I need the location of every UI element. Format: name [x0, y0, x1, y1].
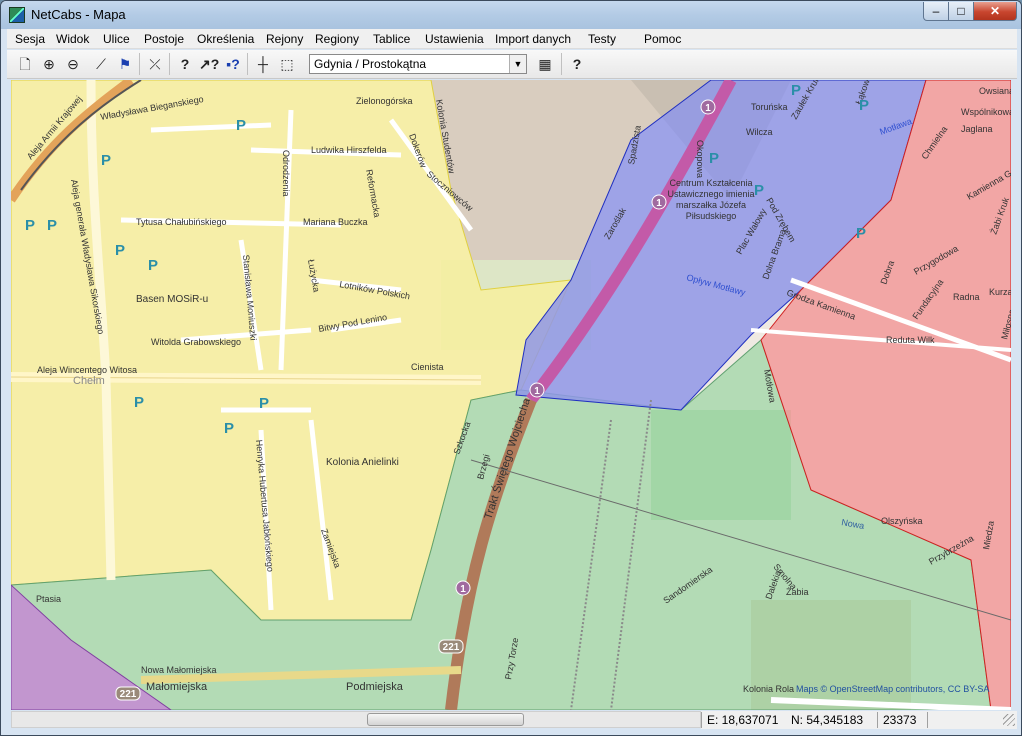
route-shield: 221: [443, 642, 460, 653]
menu-tablice[interactable]: Tablice: [373, 32, 410, 46]
new-document-icon[interactable]: 🗋: [15, 54, 35, 74]
map-label: Okopowa: [695, 140, 705, 178]
map-label: Odrodzenia: [281, 150, 291, 197]
parking-icon: P: [134, 394, 144, 411]
map-label: Podmiejska: [346, 681, 404, 693]
menu-okreslenia[interactable]: Określenia: [197, 32, 254, 46]
route-shield: 1: [656, 198, 662, 209]
split-icon[interactable]: ⤫: [145, 54, 165, 74]
toolbar-separator: [561, 53, 562, 75]
map-label: Kurza: [989, 287, 1011, 297]
crosshair-icon[interactable]: ┼: [253, 54, 273, 74]
region-select[interactable]: Gdynia / Prostokątna ▼: [309, 54, 527, 74]
route-shield: 221: [120, 689, 137, 700]
map-label: Witolda Grabowskiego: [151, 337, 241, 347]
parking-icon: P: [115, 242, 125, 259]
toolbar-separator: [139, 53, 140, 75]
grid-icon[interactable]: ▦: [535, 54, 555, 74]
map-canvas[interactable]: Aleja Armii Krajowej Władysława Biegansk…: [11, 80, 1011, 710]
menu-pomoc[interactable]: Pomoc: [644, 32, 681, 46]
map-label: Aleja Wincentego Witosa: [37, 365, 137, 375]
parking-icon: P: [236, 117, 246, 134]
selection-rectangle-icon[interactable]: ⬚: [277, 54, 297, 74]
parking-icon: P: [47, 217, 57, 234]
query-icon[interactable]: ?: [175, 54, 195, 74]
map-svg: Aleja Armii Krajowej Władysława Biegansk…: [11, 80, 1011, 710]
resize-grip-icon[interactable]: [1003, 714, 1015, 726]
map-label: Ludwika Hirszfelda: [311, 145, 387, 155]
menu-testy[interactable]: Testy: [588, 32, 616, 46]
toolbar-separator: [169, 53, 170, 75]
chevron-down-icon[interactable]: ▼: [509, 55, 526, 73]
parking-icon: P: [259, 395, 269, 412]
menu-widok[interactable]: Widok: [56, 32, 89, 46]
zoom-in-icon[interactable]: ⊕: [39, 54, 59, 74]
map-label: Owsiana: [979, 86, 1011, 96]
map-label: Wilcza: [746, 127, 773, 137]
map-label: Chełm: [73, 375, 105, 387]
menu-sesja[interactable]: Sesja: [15, 32, 45, 46]
route-shield: 1: [705, 103, 711, 114]
draw-line-icon[interactable]: ⟋: [91, 54, 111, 74]
flag-icon[interactable]: ⚑: [115, 54, 135, 74]
menu-import-danych[interactable]: Import danych: [495, 32, 571, 46]
map-label: Ptasia: [36, 594, 61, 604]
parking-icon: P: [754, 182, 764, 199]
query-text-icon[interactable]: ▪?: [223, 54, 243, 74]
map-label: Nowa Małomiejska: [141, 665, 217, 675]
parking-icon: P: [25, 217, 35, 234]
parking-icon: P: [101, 152, 111, 169]
app-window: NetCabs - Mapa – □ ✕ Sesja Widok Ulice P…: [0, 0, 1022, 736]
parking-icon: P: [709, 150, 719, 167]
app-icon: [9, 7, 25, 23]
scrollbar-thumb[interactable]: [367, 713, 524, 726]
parking-icon: P: [856, 225, 866, 242]
map-label: Kolonia Anielinki: [326, 457, 399, 468]
menu-bar: Sesja Widok Ulice Postoje Określenia Rej…: [7, 29, 1017, 49]
map-label: Reduta Wilk: [886, 335, 935, 345]
map-label: Olszyńska: [881, 516, 923, 526]
title-bar[interactable]: NetCabs - Mapa – □ ✕: [1, 1, 1021, 29]
status-latitude: N: 54,345183: [791, 713, 864, 727]
status-longitude: E: 18,637071: [707, 713, 779, 727]
parking-icon: P: [859, 97, 869, 114]
map-label: Radna: [953, 292, 980, 302]
parking-icon: P: [224, 420, 234, 437]
close-button[interactable]: ✕: [973, 2, 1017, 21]
building-label: Centrum Kształcenia Ustawicznego imienia…: [667, 178, 755, 221]
help-icon[interactable]: ?: [567, 54, 587, 74]
map-label: Zielonogórska: [356, 96, 413, 106]
query-point-icon[interactable]: ↗?: [199, 54, 219, 74]
status-code: 23373: [883, 713, 917, 727]
horizontal-scrollbar[interactable]: [11, 711, 701, 728]
map-label: Tytusa Chałubińskiego: [136, 217, 227, 227]
map-label: Mariana Buczka: [303, 217, 368, 227]
route-shield: 1: [534, 386, 540, 397]
menu-rejony[interactable]: Rejony: [266, 32, 303, 46]
map-label: Żabia: [786, 587, 809, 597]
toolbar-separator: [247, 53, 248, 75]
minimize-button[interactable]: –: [923, 2, 949, 21]
menu-regiony[interactable]: Regiony: [315, 32, 359, 46]
status-bar: E: 18,637071 N: 54,345183 23373: [701, 711, 1017, 729]
map-label: Małomiejska: [146, 681, 208, 693]
route-shield: 1: [460, 584, 466, 595]
region-select-value: Gdynia / Prostokątna: [314, 57, 427, 71]
menu-ulice[interactable]: Ulice: [103, 32, 130, 46]
menu-ustawienia[interactable]: Ustawienia: [425, 32, 484, 46]
zoom-out-icon[interactable]: ⊖: [63, 54, 83, 74]
window-title: NetCabs - Mapa: [31, 7, 126, 22]
map-label: Jaglana: [961, 124, 993, 134]
map-label: Toruńska: [751, 102, 788, 112]
map-label: Wspólnikowa: [961, 107, 1011, 117]
map-label: Basen MOSiR-u: [136, 294, 208, 305]
map-attribution: Maps © OpenStreetMap contributors, CC BY…: [796, 684, 989, 694]
maximize-button[interactable]: □: [948, 2, 974, 21]
toolbar: 🗋 ⊕ ⊖ ⟋ ⚑ ⤫ ? ↗? ▪? ┼ ⬚ Gdynia / Prostok…: [7, 50, 1017, 79]
parking-icon: P: [791, 82, 801, 99]
map-label: Cienista: [411, 362, 444, 372]
parking-icon: P: [148, 257, 158, 274]
menu-postoje[interactable]: Postoje: [144, 32, 184, 46]
map-label: Kolonia Rola: [743, 684, 794, 694]
